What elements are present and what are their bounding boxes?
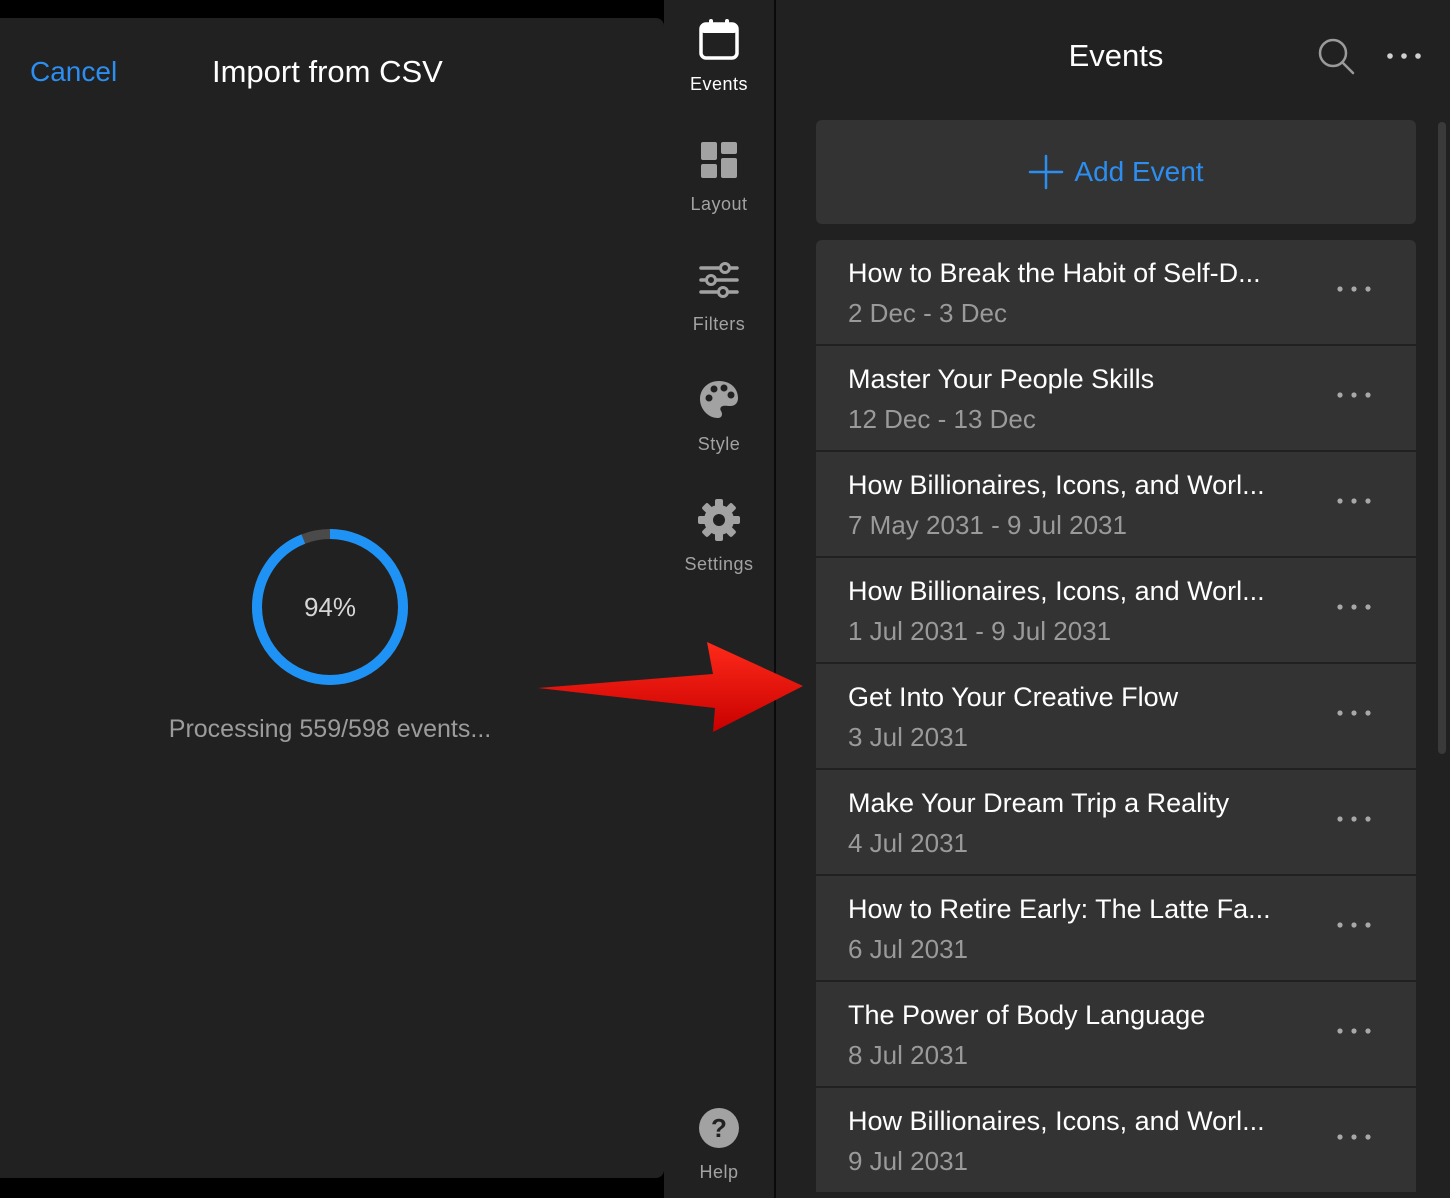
palette-icon bbox=[700, 381, 738, 418]
sidebar-item-layout[interactable]: Layout bbox=[664, 138, 774, 238]
event-more-icon[interactable] bbox=[1334, 698, 1374, 728]
event-title: The Power of Body Language bbox=[848, 1000, 1206, 1030]
event-title: Get Into Your Creative Flow bbox=[848, 682, 1179, 712]
sidebar-item-style[interactable]: Style bbox=[664, 378, 774, 478]
event-title: How Billionaires, Icons, and Worl... bbox=[848, 470, 1265, 500]
event-list: How to Break the Habit of Self-D... 2 De… bbox=[816, 240, 1416, 1194]
sidebar-item-label: Filters bbox=[692, 314, 746, 334]
event-row[interactable]: Get Into Your Creative Flow 3 Jul 2031 bbox=[816, 664, 1416, 768]
event-title: How Billionaires, Icons, and Worl... bbox=[848, 576, 1265, 606]
events-panel: Events Add Event How to Break the Habit … bbox=[776, 0, 1450, 1198]
event-more-icon[interactable] bbox=[1334, 1122, 1374, 1152]
event-row[interactable]: How Billionaires, Icons, and Worl... 7 M… bbox=[816, 452, 1416, 556]
sidebar-item-label: Events bbox=[689, 74, 749, 94]
event-date: 6 Jul 2031 bbox=[848, 934, 968, 964]
event-date: 9 Jul 2031 bbox=[848, 1146, 968, 1176]
event-title: How to Retire Early: The Latte Fa... bbox=[848, 894, 1271, 924]
sidebar-item-label: Style bbox=[697, 434, 741, 454]
event-title: How to Break the Habit of Self-D... bbox=[848, 258, 1261, 288]
sidebar-item-events[interactable]: Events bbox=[664, 18, 774, 118]
event-more-icon[interactable] bbox=[1334, 274, 1374, 304]
event-row[interactable]: How Billionaires, Icons, and Worl... 9 J… bbox=[816, 1088, 1416, 1192]
plus-icon bbox=[1029, 154, 1064, 190]
sidebar-item-label: Settings bbox=[684, 554, 754, 574]
event-row[interactable]: Master Your People Skills 12 Dec - 13 De… bbox=[816, 346, 1416, 450]
cancel-button[interactable]: Cancel bbox=[30, 56, 117, 88]
event-date: 1 Jul 2031 - 9 Jul 2031 bbox=[848, 616, 1112, 646]
event-more-icon[interactable] bbox=[1334, 486, 1374, 516]
event-date: 4 Jul 2031 bbox=[848, 828, 968, 858]
calendar-icon bbox=[699, 19, 739, 60]
add-event-button[interactable]: Add Event bbox=[816, 120, 1416, 224]
event-row[interactable]: How Billionaires, Icons, and Worl... 1 J… bbox=[816, 558, 1416, 662]
event-more-icon[interactable] bbox=[1334, 804, 1374, 834]
add-event-label: Add Event bbox=[1074, 156, 1204, 187]
import-csv-modal: Cancel Import from CSV 94% Processing 55… bbox=[0, 18, 664, 1178]
event-title: How Billionaires, Icons, and Worl... bbox=[848, 1106, 1265, 1136]
help-icon: ? bbox=[699, 1108, 739, 1148]
sidebar-item-help[interactable]: ? Help bbox=[664, 1106, 774, 1198]
sidebar: Events Layout Filters Style Settings ? H… bbox=[664, 0, 774, 1198]
sidebar-item-settings[interactable]: Settings bbox=[664, 498, 774, 598]
sidebar-item-label: Layout bbox=[690, 194, 748, 214]
gear-icon bbox=[698, 499, 740, 541]
event-row[interactable]: Make Your Dream Trip a Reality 4 Jul 203… bbox=[816, 770, 1416, 874]
scrollbar[interactable] bbox=[1438, 122, 1446, 754]
annotation-arrow-icon bbox=[538, 642, 803, 732]
event-date: 2 Dec - 3 Dec bbox=[848, 298, 1007, 328]
event-row[interactable]: How to Break the Habit of Self-D... 2 De… bbox=[816, 240, 1416, 344]
event-date: 12 Dec - 13 Dec bbox=[848, 404, 1036, 434]
event-date: 7 May 2031 - 9 Jul 2031 bbox=[848, 510, 1127, 540]
event-more-icon[interactable] bbox=[1334, 1016, 1374, 1046]
event-more-icon[interactable] bbox=[1334, 910, 1374, 940]
event-more-icon[interactable] bbox=[1334, 592, 1374, 622]
event-row[interactable]: The Power of Body Language 8 Jul 2031 bbox=[816, 982, 1416, 1086]
svg-text:?: ? bbox=[711, 1113, 727, 1143]
event-title: Make Your Dream Trip a Reality bbox=[848, 788, 1230, 818]
event-more-icon[interactable] bbox=[1334, 380, 1374, 410]
layout-grid-icon bbox=[701, 142, 737, 178]
sidebar-item-filters[interactable]: Filters bbox=[664, 258, 774, 358]
more-options-icon[interactable] bbox=[1384, 36, 1424, 76]
modal-title: Import from CSV bbox=[212, 54, 443, 89]
search-icon[interactable] bbox=[1316, 36, 1356, 76]
event-date: 3 Jul 2031 bbox=[848, 722, 968, 752]
event-title: Master Your People Skills bbox=[848, 364, 1155, 394]
event-row[interactable]: How to Retire Early: The Latte Fa... 6 J… bbox=[816, 876, 1416, 980]
progress-percent: 94% bbox=[303, 591, 357, 622]
sliders-icon bbox=[699, 262, 739, 298]
event-date: 8 Jul 2031 bbox=[848, 1040, 968, 1070]
sidebar-item-label: Help bbox=[699, 1162, 739, 1182]
